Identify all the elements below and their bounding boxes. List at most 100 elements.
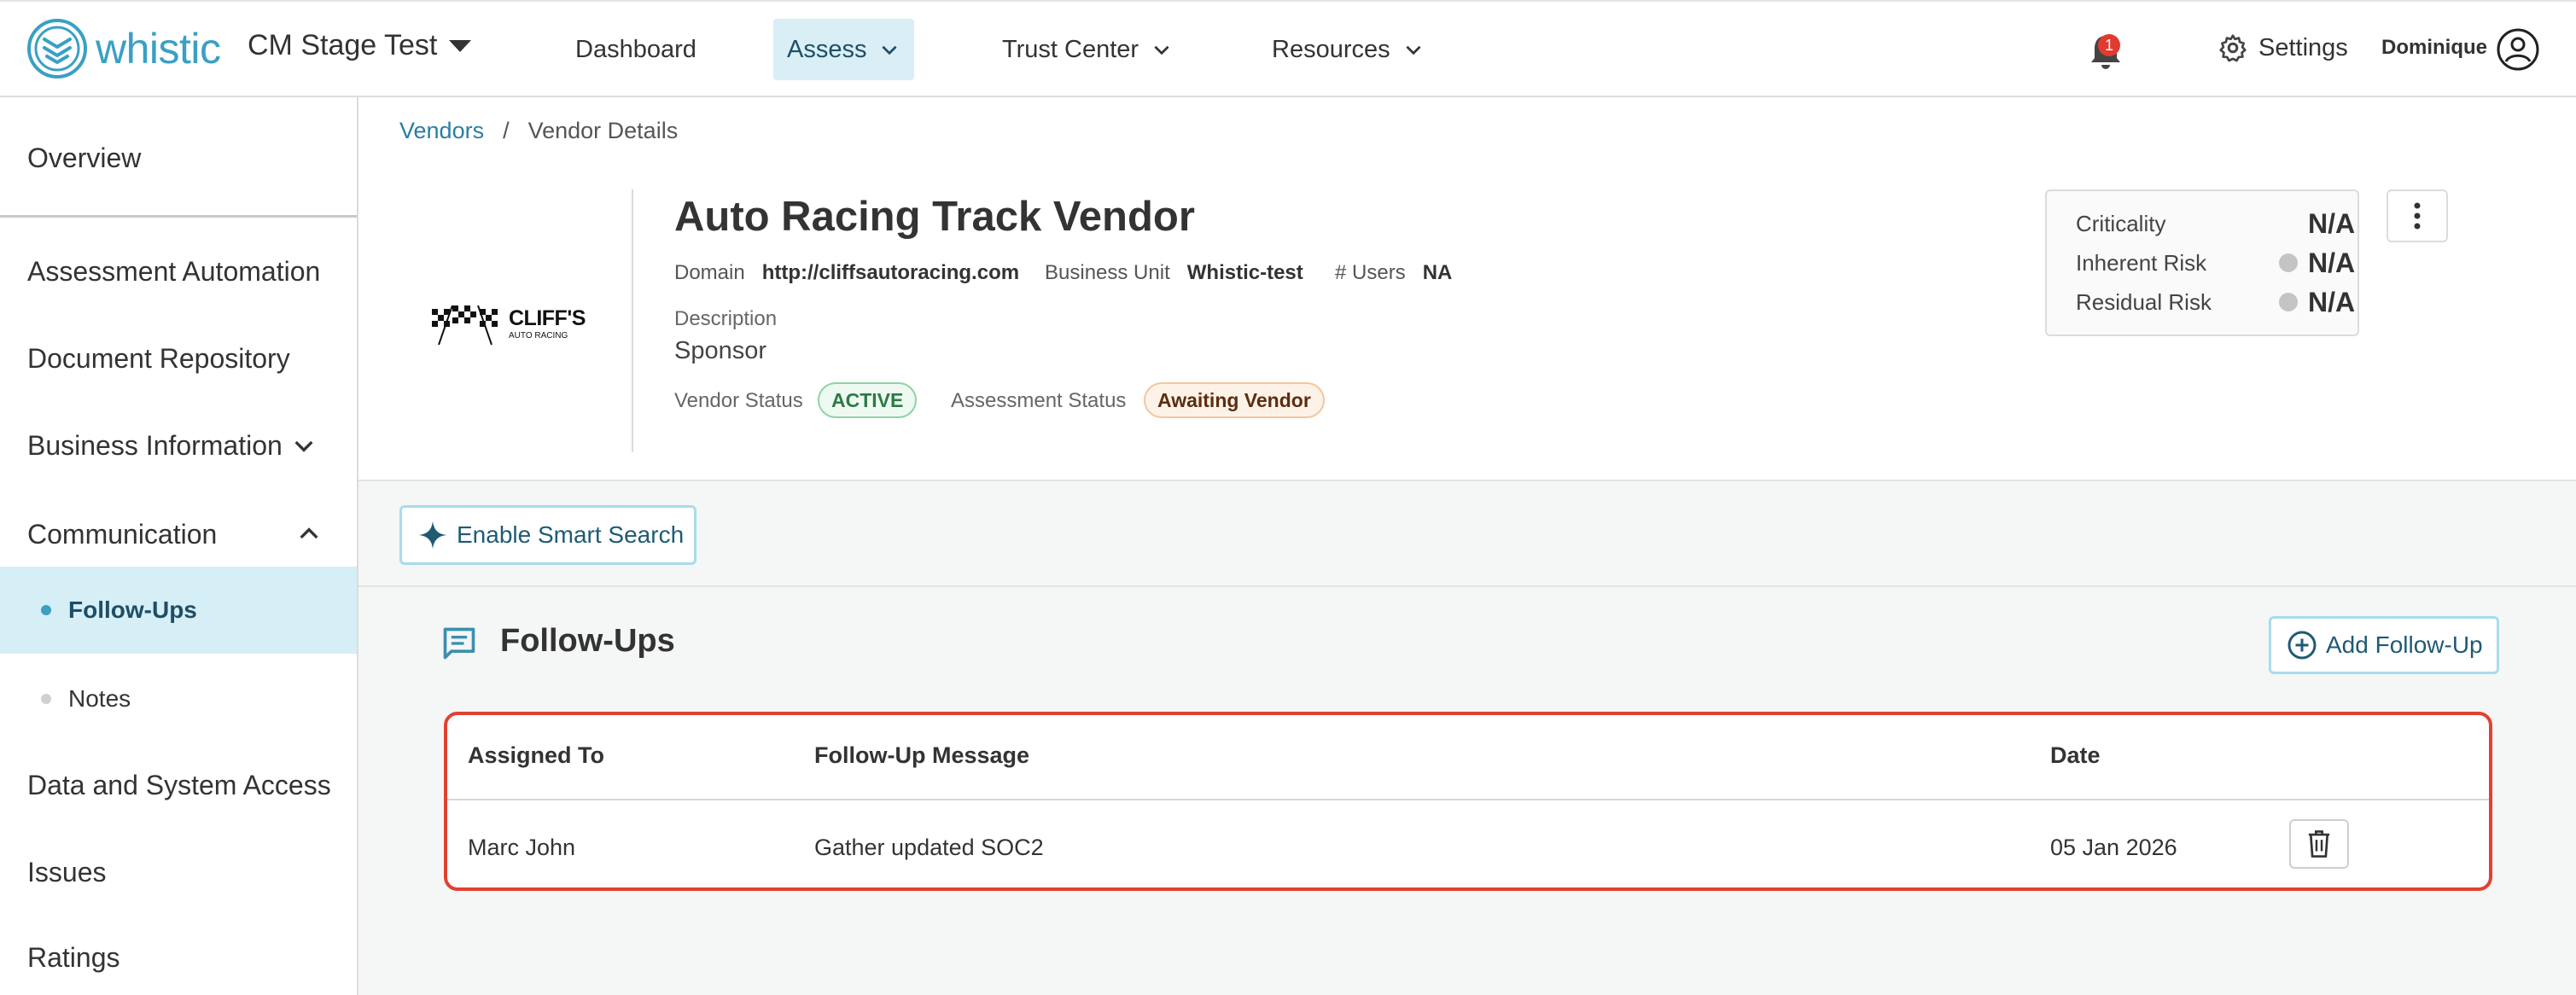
column-follow-up-message[interactable]: Follow-Up Message <box>814 742 1029 769</box>
delete-follow-up-button[interactable] <box>2289 819 2349 869</box>
active-dot <box>41 605 51 615</box>
sidebar-item-data-and-system-access[interactable]: Data and System Access <box>0 746 357 824</box>
description-value: Sponsor <box>674 337 767 364</box>
vendor-business-unit: Business Unit Whistic-test <box>1045 261 1303 285</box>
checkered-flags-icon <box>432 305 498 346</box>
vendor-name: Auto Racing Track Vendor <box>674 194 1195 240</box>
description-label: Description <box>674 307 778 330</box>
add-follow-up-button[interactable]: Add Follow-Up <box>2269 616 2499 674</box>
inherent-risk-label: Inherent Risk <box>2076 249 2207 276</box>
criticality-value: N/A <box>2308 207 2356 239</box>
nav-dashboard[interactable]: Dashboard <box>562 19 710 80</box>
follow-ups-title: Follow-Ups <box>500 623 675 659</box>
sidebar-item-overview[interactable]: Overview <box>0 128 357 188</box>
vendor-logo-subname: AUTO RACING <box>509 331 568 340</box>
sidebar-item-issues[interactable]: Issues <box>0 833 357 911</box>
vendor-status-badge: ACTIVE <box>818 382 918 418</box>
plus-circle-icon <box>2288 631 2317 660</box>
nav-assess[interactable]: Assess <box>773 19 915 80</box>
chevron-down-icon <box>1406 45 1421 55</box>
brand-name: whistic <box>96 25 221 73</box>
nav-dashboard-label: Dashboard <box>575 35 696 63</box>
residual-risk-row: Residual Risk N/A <box>2076 283 2355 321</box>
enable-smart-search-button[interactable]: Enable Smart Search <box>399 505 696 565</box>
sidebar-item-document-repository[interactable]: Document Repository <box>0 319 357 398</box>
chevron-down-icon <box>294 440 313 452</box>
vendor-logo-name: CLIFF'S <box>509 306 586 330</box>
whistic-logo[interactable]: whistic <box>26 15 221 82</box>
sidebar-item-assessment-automation[interactable]: Assessment Automation <box>0 232 357 311</box>
sidebar-item-ratings[interactable]: Ratings <box>0 918 357 995</box>
risk-dot-icon <box>2279 293 2298 311</box>
sidebar: Overview Assessment Automation Document … <box>0 97 358 995</box>
sidebar-item-label: Assessment Automation <box>27 255 321 287</box>
cell-assigned-to: Marc John <box>468 835 576 860</box>
residual-risk-value: N/A <box>2308 286 2356 317</box>
sparkle-icon <box>418 521 447 550</box>
settings-label: Settings <box>2258 33 2348 61</box>
section-divider <box>358 585 2576 587</box>
top-navigation: whistic CM Stage Test Dashboard Assess T… <box>0 0 2576 97</box>
users-value: NA <box>1422 261 1453 284</box>
org-switcher[interactable]: CM Stage Test <box>248 29 472 62</box>
sidebar-item-label: Overview <box>27 142 142 173</box>
column-date[interactable]: Date <box>2050 742 2101 769</box>
nav-assess-label: Assess <box>787 35 867 63</box>
risk-dot-icon <box>2279 253 2298 272</box>
chat-icon <box>443 627 475 660</box>
business-unit-value: Whistic-test <box>1186 261 1303 284</box>
table-header: Assigned To Follow-Up Message Date <box>447 715 2489 800</box>
criticality-label: Criticality <box>2076 210 2166 236</box>
assessment-status-badge: Awaiting Vendor <box>1144 382 1325 418</box>
whistic-logo-icon <box>27 19 87 79</box>
domain-label: Domain <box>674 261 745 284</box>
vendor-divider <box>632 189 633 452</box>
follow-ups-table: Assigned To Follow-Up Message Date Marc … <box>444 712 2492 891</box>
notification-badge: 1 <box>2098 34 2120 56</box>
more-options-button[interactable] <box>2387 189 2448 242</box>
sidebar-item-label: Notes <box>68 685 131 712</box>
smart-search-label: Enable Smart Search <box>457 521 685 548</box>
sidebar-item-notes[interactable]: Notes <box>0 655 357 742</box>
risk-summary-card: Criticality N/A Inherent Risk N/A Residu… <box>2045 189 2359 336</box>
breadcrumb-vendors-link[interactable]: Vendors <box>399 118 484 144</box>
user-name[interactable]: Dominique <box>2381 36 2487 60</box>
sidebar-item-label: Follow-Ups <box>68 596 197 623</box>
caret-down-icon <box>449 39 472 52</box>
sidebar-item-communication[interactable]: Communication <box>0 495 357 573</box>
business-unit-label: Business Unit <box>1045 261 1170 284</box>
sidebar-item-business-information[interactable]: Business Information <box>0 406 357 485</box>
cell-follow-up-message: Gather updated SOC2 <box>814 835 1044 860</box>
kebab-menu-icon <box>2414 202 2421 230</box>
sidebar-divider <box>0 215 357 218</box>
users-label: # Users <box>1335 261 1406 284</box>
sidebar-item-label: Ratings <box>27 941 120 973</box>
inherent-risk-row: Inherent Risk N/A <box>2076 244 2355 282</box>
inactive-dot <box>41 694 51 704</box>
sidebar-item-label: Document Repository <box>27 342 290 374</box>
sidebar-item-follow-ups[interactable]: Follow-Ups <box>0 567 357 654</box>
chevron-down-icon <box>1154 45 1169 55</box>
add-follow-up-label: Add Follow-Up <box>2326 631 2483 658</box>
nav-resources[interactable]: Resources <box>1258 19 1438 80</box>
chevron-up-icon <box>300 527 318 539</box>
avatar[interactable] <box>2496 27 2540 72</box>
nav-trust-center[interactable]: Trust Center <box>988 19 1186 80</box>
nav-resources-label: Resources <box>1272 35 1390 63</box>
vendor-domain: Domain http://cliffsautoracing.com <box>674 261 1019 285</box>
content-section: Enable Smart Search Follow-Ups Add Follo… <box>358 480 2576 995</box>
vendor-logo: CLIFF'S AUTO RACING <box>427 299 589 350</box>
inherent-risk-value: N/A <box>2308 247 2356 278</box>
column-assigned-to[interactable]: Assigned To <box>468 742 604 769</box>
org-name: CM Stage Test <box>248 29 438 61</box>
nav-trust-center-label: Trust Center <box>1002 35 1139 63</box>
sidebar-item-label: Data and System Access <box>27 769 331 800</box>
domain-value: http://cliffsautoracing.com <box>761 261 1020 284</box>
breadcrumb: Vendors / Vendor Details <box>399 118 678 144</box>
vendor-logo-text: CLIFF'S AUTO RACING <box>509 308 586 340</box>
assessment-status-label: Assessment Status <box>951 389 1127 412</box>
vendor-users: # Users NA <box>1335 261 1452 285</box>
sidebar-item-label: Business Information <box>27 429 283 461</box>
gear-icon <box>2219 34 2247 62</box>
settings-link[interactable]: Settings <box>2218 32 2348 63</box>
